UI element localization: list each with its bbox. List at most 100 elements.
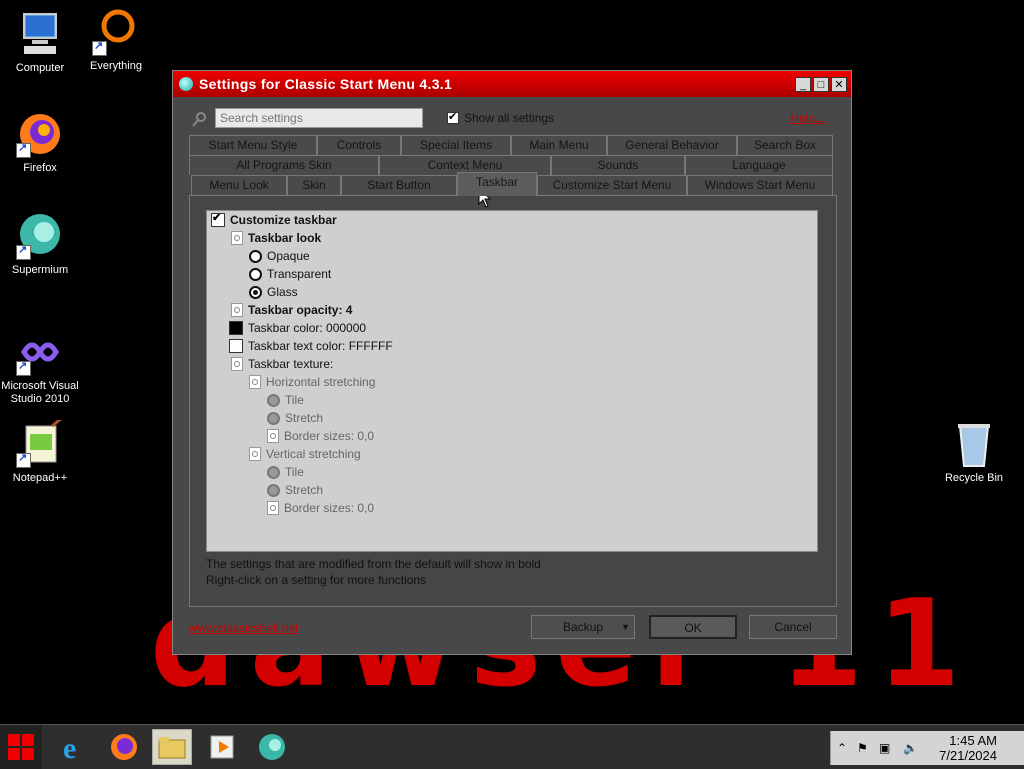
desktop-icon-label: Computer: [15, 62, 65, 74]
desktop-icon-recycle-bin[interactable]: Recycle Bin: [934, 420, 1014, 485]
setting-label: Taskbar texture:: [248, 357, 334, 371]
maximize-button[interactable]: □: [813, 76, 829, 92]
tab-sounds[interactable]: Sounds: [551, 155, 685, 175]
tab-start-menu-style[interactable]: Start Menu Style: [189, 135, 317, 155]
start-button[interactable]: [0, 725, 42, 769]
folder-icon: [158, 737, 186, 759]
color-swatch-black: [229, 321, 243, 335]
desktop-icon-computer[interactable]: Computer: [0, 10, 80, 75]
setting-label: Taskbar color: 000000: [248, 321, 367, 335]
taskbar-supermium[interactable]: [252, 729, 292, 765]
setting-doc-icon: [249, 375, 261, 389]
setting-v-border-sizes[interactable]: Border sizes: 0,0: [267, 499, 374, 517]
radio-transparent[interactable]: Transparent: [249, 265, 331, 283]
radio-v-stretch[interactable]: Stretch: [267, 481, 323, 499]
search-input[interactable]: [215, 108, 423, 128]
radio-glass[interactable]: Glass: [249, 283, 298, 301]
tab-strip: Start Menu Style Controls Special Items …: [189, 135, 837, 196]
desktop-icon-firefox[interactable]: Firefox: [0, 110, 80, 175]
tab-taskbar[interactable]: Taskbar: [457, 172, 537, 196]
desktop-icon-label: Recycle Bin: [944, 472, 1004, 484]
desktop-icon-everything[interactable]: Everything: [76, 8, 156, 73]
taskbar-firefox[interactable]: [104, 729, 144, 765]
setting-horizontal-stretching[interactable]: Horizontal stretching: [249, 373, 375, 391]
tab-skin[interactable]: Skin: [287, 175, 341, 195]
computer-icon: [16, 10, 64, 58]
desktop-icon-supermium[interactable]: Supermium: [0, 212, 80, 277]
setting-label: Border sizes: 0,0: [284, 429, 375, 443]
checkbox-icon: [211, 211, 225, 227]
radio-icon: [249, 267, 262, 281]
window-titlebar[interactable]: Settings for Classic Start Menu 4.3.1 _ …: [173, 71, 851, 97]
setting-taskbar-texture[interactable]: Taskbar texture:: [231, 355, 333, 373]
setting-taskbar-look[interactable]: Taskbar look: [231, 229, 321, 247]
shortcut-arrow-icon: [16, 141, 31, 158]
notepadpp-icon: [16, 416, 64, 468]
taskbar-file-explorer[interactable]: [152, 729, 192, 765]
setting-label: Glass: [267, 285, 298, 299]
desktop-icon-label: Notepad++: [12, 472, 68, 484]
radio-opaque[interactable]: Opaque: [249, 247, 310, 265]
radio-h-tile[interactable]: Tile: [267, 391, 304, 409]
setting-taskbar-opacity[interactable]: Taskbar opacity: 4: [231, 301, 352, 319]
close-button[interactable]: ✕: [831, 76, 847, 92]
bold-settings-note: The settings that are modified from the …: [206, 557, 541, 571]
everything-icon: [92, 8, 140, 56]
setting-label: Border sizes: 0,0: [284, 501, 375, 515]
backup-label: Backup: [562, 620, 604, 634]
tab-all-programs-skin[interactable]: All Programs Skin: [189, 155, 379, 175]
shortcut-arrow-icon: [16, 451, 31, 468]
network-icon[interactable]: ▣: [879, 741, 890, 755]
tab-main-menu[interactable]: Main Menu: [511, 135, 607, 155]
tab-customize-start-menu[interactable]: Customize Start Menu: [537, 175, 687, 195]
desktop-icon-visual-studio[interactable]: Microsoft Visual Studio 2010: [0, 328, 80, 406]
tab-windows-start-menu[interactable]: Windows Start Menu: [687, 175, 833, 195]
minimize-button[interactable]: _: [795, 76, 811, 92]
dropdown-arrow-icon: ▼: [621, 622, 630, 632]
setting-label: Stretch: [285, 411, 324, 425]
setting-taskbar-color[interactable]: Taskbar color: 000000: [229, 319, 366, 337]
website-link[interactable]: www.classicshell.net: [189, 621, 298, 635]
clock-date: 7/21/2024: [939, 748, 997, 763]
taskbar-media-player[interactable]: [202, 729, 242, 765]
help-link[interactable]: Help...: [790, 111, 825, 125]
tab-general-behavior[interactable]: General Behavior: [607, 135, 737, 155]
radio-disabled-icon: [267, 411, 280, 425]
setting-vertical-stretching[interactable]: Vertical stretching: [249, 445, 361, 463]
tab-menu-look[interactable]: Menu Look: [191, 175, 287, 195]
setting-label: Opaque: [267, 249, 310, 263]
customize-taskbar-checkbox[interactable]: Customize taskbar: [211, 211, 337, 229]
show-hidden-icons-icon[interactable]: ⌃: [837, 741, 847, 755]
show-all-settings-checkbox[interactable]: Show all settings: [447, 110, 555, 125]
desktop-icon-notepadpp[interactable]: Notepad++: [0, 416, 80, 485]
desktop-icon-label: Microsoft Visual Studio 2010: [1, 380, 79, 405]
tab-start-button[interactable]: Start Button: [341, 175, 457, 195]
tab-search-box[interactable]: Search Box: [737, 135, 833, 155]
cancel-button[interactable]: Cancel: [749, 615, 837, 639]
radio-icon: [249, 249, 262, 263]
ok-button[interactable]: OK: [649, 615, 737, 639]
classic-shell-icon: [179, 77, 193, 91]
action-center-flag-icon[interactable]: ⚑: [857, 741, 868, 755]
radio-v-tile[interactable]: Tile: [267, 463, 304, 481]
desktop-icon-label: Everything: [90, 60, 142, 72]
tab-special-items[interactable]: Special Items: [401, 135, 511, 155]
volume-muted-icon[interactable]: 🔈: [903, 741, 918, 755]
setting-h-border-sizes[interactable]: Border sizes: 0,0: [267, 427, 374, 445]
internet-explorer-icon: e: [63, 732, 76, 762]
clock[interactable]: 1:45 AM 7/21/2024: [939, 733, 997, 763]
taskbar-internet-explorer[interactable]: e: [54, 729, 94, 765]
setting-taskbar-text-color[interactable]: Taskbar text color: FFFFFF: [229, 337, 393, 355]
radio-h-stretch[interactable]: Stretch: [267, 409, 323, 427]
setting-label: Taskbar look: [248, 231, 322, 245]
tab-controls[interactable]: Controls: [317, 135, 401, 155]
media-player-icon: [210, 735, 234, 759]
backup-button[interactable]: Backup ▼: [531, 615, 635, 639]
tab-language[interactable]: Language: [685, 155, 833, 175]
setting-label: Taskbar opacity: 4: [248, 303, 353, 317]
shortcut-arrow-icon: [16, 359, 31, 376]
show-all-label: Show all settings: [464, 111, 555, 125]
radio-disabled-icon: [267, 465, 280, 479]
settings-tree[interactable]: Customize taskbar Taskbar look Opaque Tr…: [206, 210, 818, 552]
setting-doc-icon: [231, 231, 243, 245]
